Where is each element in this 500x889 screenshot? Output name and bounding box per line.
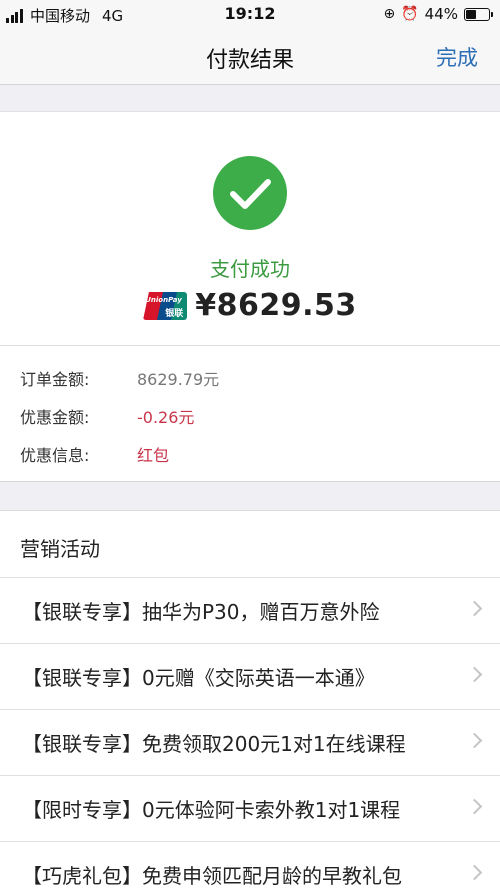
status-bar: 中国移动 4G 19:12 ⊕ ⏰ 44% bbox=[0, 0, 500, 30]
order-details: 订单金额: 8629.79元 优惠金额: -0.26元 优惠信息: 红包 bbox=[0, 346, 500, 482]
payment-status: 支付成功 bbox=[210, 257, 290, 281]
nav-bar: 付款结果 完成 bbox=[0, 30, 500, 85]
paid-amount: ¥8629.53 bbox=[195, 288, 357, 323]
list-item[interactable]: 【巧虎礼包】免费申领匹配月龄的早教礼包 bbox=[0, 841, 500, 889]
list-item-label: 【限时专享】0元体验阿卡索外教1对1课程 bbox=[22, 798, 401, 822]
payment-result-card: 支付成功 UnionPay 银联 ¥8629.53 bbox=[0, 111, 500, 346]
detail-value: -0.26元 bbox=[137, 408, 195, 427]
list-item[interactable]: 【银联专享】免费领取200元1对1在线课程 bbox=[0, 709, 500, 775]
marketing-title: 营销活动 bbox=[20, 537, 100, 561]
detail-label: 优惠金额: bbox=[20, 408, 90, 427]
chevron-right-icon bbox=[466, 666, 483, 683]
detail-value: 红包 bbox=[137, 446, 170, 465]
chevron-right-icon bbox=[466, 864, 483, 881]
list-item[interactable]: 【银联专享】抽华为P30，赠百万意外险 bbox=[0, 577, 500, 643]
list-item[interactable]: 【银联专享】0元赠《交际英语一本通》 bbox=[0, 643, 500, 709]
detail-label: 优惠信息: bbox=[20, 446, 90, 465]
amount-row: UnionPay 银联 ¥8629.53 bbox=[0, 288, 500, 323]
detail-label: 订单金额: bbox=[20, 370, 90, 389]
discount-info-row: 优惠信息: 红包 bbox=[20, 442, 169, 466]
chevron-right-icon bbox=[466, 732, 483, 749]
chevron-right-icon bbox=[466, 600, 483, 617]
list-item-label: 【银联专享】抽华为P30，赠百万意外险 bbox=[22, 600, 380, 624]
done-button[interactable]: 完成 bbox=[436, 42, 478, 72]
battery-fill bbox=[466, 9, 476, 19]
alarm-icon: ⏰ bbox=[401, 6, 419, 22]
list-item-label: 【银联专享】免费领取200元1对1在线课程 bbox=[22, 732, 406, 756]
page-title: 付款结果 bbox=[205, 48, 294, 73]
detail-value: 8629.79元 bbox=[137, 370, 220, 389]
order-amount-row: 订单金额: 8629.79元 bbox=[20, 366, 219, 390]
chevron-right-icon bbox=[466, 798, 483, 815]
list-item-label: 【巧虎礼包】免费申领匹配月龄的早教礼包 bbox=[22, 864, 402, 888]
battery-icon bbox=[464, 7, 493, 21]
status-right: ⊕ ⏰ 44% bbox=[383, 5, 493, 23]
rotation-lock-icon: ⊕ bbox=[383, 6, 396, 22]
unionpay-logo-icon: UnionPay 银联 bbox=[143, 291, 188, 320]
success-check-icon bbox=[213, 156, 287, 230]
battery-percent: 44% bbox=[424, 5, 458, 23]
list-item-label: 【银联专享】0元赠《交际英语一本通》 bbox=[22, 666, 375, 690]
discount-amount-row: 优惠金额: -0.26元 bbox=[20, 404, 194, 428]
marketing-section: 营销活动 【银联专享】抽华为P30，赠百万意外险 【银联专享】0元赠《交际英语一… bbox=[0, 510, 500, 889]
list-item[interactable]: 【限时专享】0元体验阿卡索外教1对1课程 bbox=[0, 775, 500, 841]
